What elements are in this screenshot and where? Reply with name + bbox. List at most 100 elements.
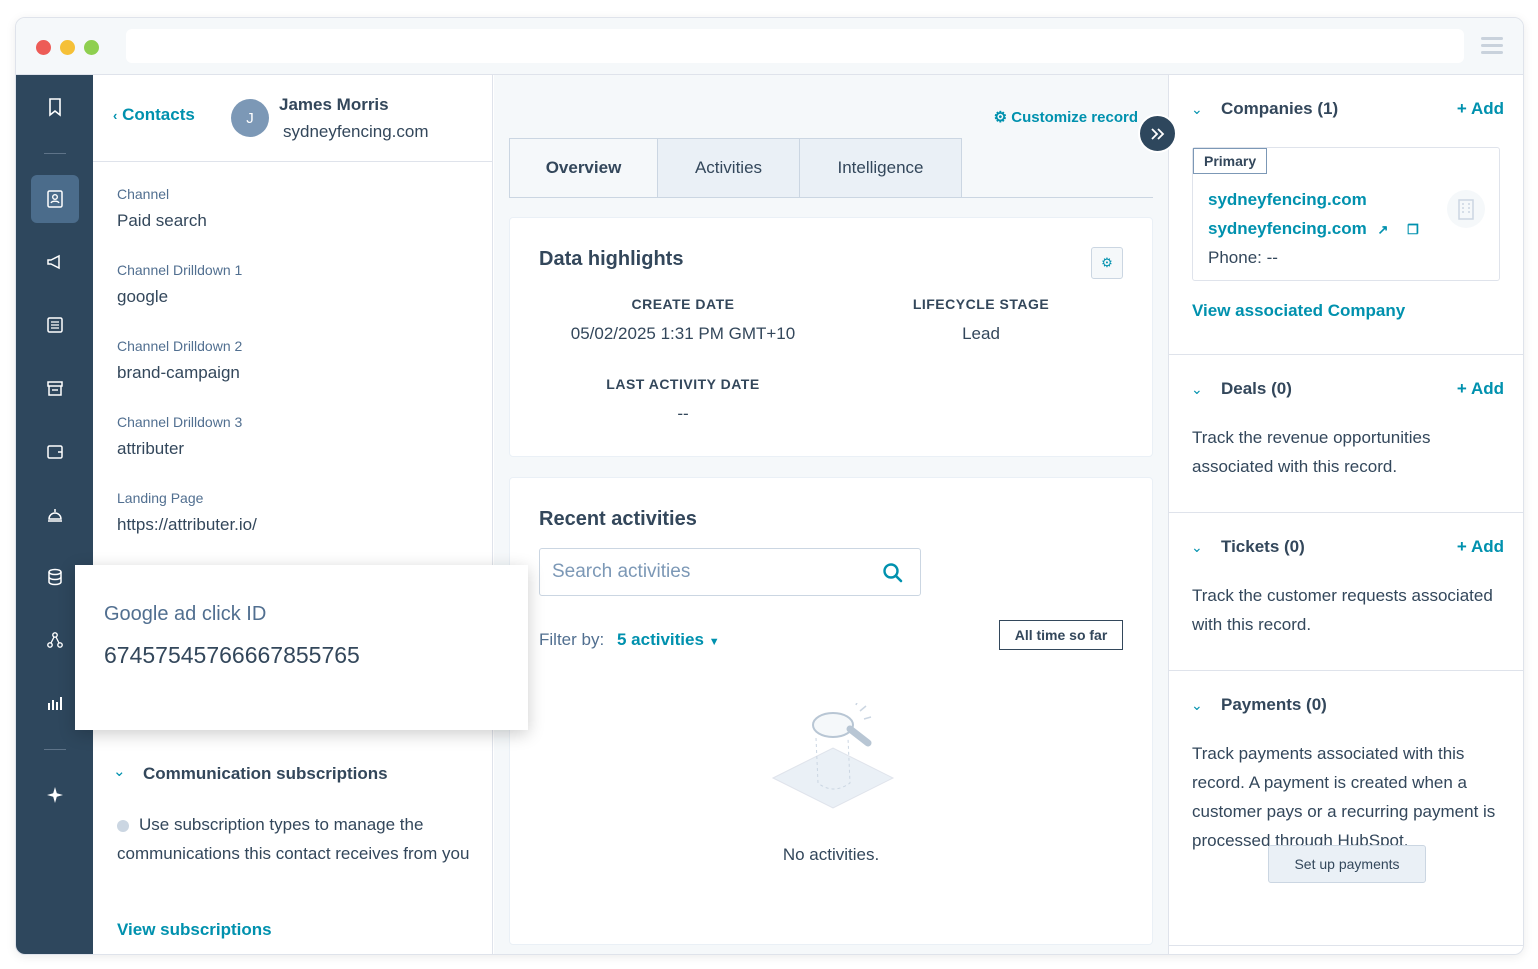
maximize-window-dot[interactable] — [84, 40, 99, 55]
database-icon[interactable] — [31, 553, 79, 601]
avatar[interactable]: J — [231, 99, 269, 137]
avatar-initial: J — [246, 109, 254, 127]
gear-icon: ⚙ — [993, 109, 1008, 126]
bookmark-icon[interactable] — [31, 83, 79, 131]
copy-icon[interactable]: ❐ — [1407, 222, 1419, 237]
close-window-dot[interactable] — [36, 40, 51, 55]
filter-label: Filter by: — [539, 630, 605, 649]
section-title[interactable]: Companies (1) — [1221, 99, 1338, 119]
wallet-icon[interactable] — [31, 427, 79, 475]
marketing-megaphone-icon[interactable] — [31, 238, 79, 286]
view-subscriptions-link[interactable]: View subscriptions — [117, 920, 272, 940]
content-icon[interactable] — [31, 301, 79, 349]
highlight-lifecycle-stage: LIFECYCLE STAGE Lead — [837, 296, 1125, 344]
menu-icon[interactable] — [1481, 37, 1503, 55]
deals-description: Track the revenue opportunities associat… — [1192, 428, 1431, 476]
double-chevron-right-icon — [1150, 127, 1164, 140]
chevron-down-icon[interactable]: ⌄ — [113, 762, 126, 780]
add-deal-button[interactable]: + Add — [1457, 379, 1504, 399]
gear-icon: ⚙ — [1101, 255, 1113, 270]
time-filter-button[interactable]: All time so far — [999, 620, 1123, 650]
customize-record-button[interactable]: ⚙ Customize record — [994, 108, 1138, 126]
property-label: Channel Drilldown 1 — [117, 262, 243, 278]
tab-intelligence[interactable]: Intelligence — [799, 138, 962, 198]
company-phone: Phone: -- — [1208, 248, 1278, 267]
tab-activities[interactable]: Activities — [657, 138, 800, 198]
associations-sidebar: ⌄ Companies (1) + Add Primary sydneyfenc… — [1168, 75, 1523, 954]
highlight-value: -- — [677, 404, 689, 423]
customize-label: Customize record — [1011, 109, 1138, 126]
set-up-payments-button[interactable]: Set up payments — [1268, 845, 1426, 883]
deals-section: ⌄ Deals (0) + Add Track the revenue oppo… — [1169, 355, 1523, 513]
commerce-store-icon[interactable] — [31, 364, 79, 412]
company-domain-label: sydneyfencing.com — [1208, 219, 1367, 238]
tabs-underline — [509, 197, 1153, 198]
empty-search-illustration-icon — [771, 703, 895, 809]
chevron-down-icon[interactable]: ⌄ — [1191, 101, 1203, 118]
service-bell-icon[interactable] — [31, 490, 79, 538]
google-ad-click-id-callout: Google ad click ID 67457545766667855765 — [75, 565, 528, 730]
highlights-settings-button[interactable]: ⚙ — [1091, 247, 1123, 279]
property-channel[interactable]: Channel Paid search — [117, 186, 207, 231]
workflows-icon[interactable] — [31, 616, 79, 664]
activity-filter-dropdown[interactable]: 5 activities ▼ — [617, 630, 720, 650]
company-name-link[interactable]: sydneyfencing.com — [1208, 190, 1367, 210]
highlight-key: LIFECYCLE STAGE — [912, 296, 1050, 312]
empty-state-text: No activities. — [782, 845, 880, 864]
property-label: Landing Page — [117, 490, 204, 506]
nav-divider — [44, 749, 66, 750]
ai-sparkle-icon[interactable] — [31, 771, 79, 819]
add-ticket-button[interactable]: + Add — [1457, 537, 1504, 557]
chevron-down-icon[interactable]: ⌄ — [1191, 381, 1203, 398]
property-channel-drilldown-2[interactable]: Channel Drilldown 2 brand-campaign — [117, 338, 242, 383]
external-link-icon[interactable]: ↗ — [1377, 222, 1388, 237]
section-title[interactable]: Tickets (0) — [1221, 537, 1305, 557]
property-label: Google ad click ID — [104, 603, 267, 625]
highlight-key: CREATE DATE — [631, 296, 735, 312]
subscriptions-description: Use subscription types to manage the com… — [117, 815, 470, 863]
nav-divider — [44, 153, 66, 154]
data-highlights-card: Data highlights ⚙ CREATE DATE 05/02/2025… — [509, 217, 1153, 457]
card-title: Data highlights — [539, 248, 684, 270]
section-title[interactable]: Deals (0) — [1221, 379, 1292, 399]
back-to-contacts-link[interactable]: ‹ Contacts — [113, 105, 195, 125]
payments-section: ⌄ Payments (0) Track payments associated… — [1169, 671, 1523, 946]
address-bar[interactable] — [126, 29, 1464, 63]
property-landing-page[interactable]: Landing Page https://attributer.io/ — [117, 490, 257, 535]
payments-description: Track payments associated with this reco… — [1192, 744, 1496, 850]
property-channel-drilldown-3[interactable]: Channel Drilldown 3 attributer — [117, 414, 242, 459]
section-header[interactable]: Communication subscriptions — [143, 764, 388, 784]
recent-activities-card: Recent activities Filter by: 5 activitie… — [509, 477, 1153, 945]
expand-sidebar-button[interactable] — [1138, 114, 1177, 153]
company-domain-link[interactable]: sydneyfencing.com ↗ ❐ — [1208, 219, 1419, 239]
tickets-description: Track the customer requests associated w… — [1192, 586, 1493, 634]
add-company-button[interactable]: + Add — [1457, 99, 1504, 119]
search-icon[interactable] — [882, 562, 904, 584]
contacts-icon[interactable] — [31, 175, 79, 223]
chevron-down-icon[interactable]: ⌄ — [1191, 697, 1203, 714]
search-activities-box[interactable] — [539, 548, 921, 596]
property-label: Channel Drilldown 3 — [117, 414, 243, 430]
property-value: https://attributer.io/ — [117, 515, 257, 534]
search-input[interactable] — [552, 561, 872, 583]
contact-name: James Morris — [279, 95, 389, 114]
highlight-value: 05/02/2025 1:31 PM GMT+10 — [570, 324, 796, 343]
highlight-create-date: CREATE DATE 05/02/2025 1:31 PM GMT+10 — [539, 296, 827, 344]
view-associated-company-link[interactable]: View associated Company — [1192, 301, 1405, 321]
reports-chart-icon[interactable] — [31, 679, 79, 727]
contact-domain: sydneyfencing.com — [283, 122, 429, 141]
section-title[interactable]: Payments (0) — [1221, 695, 1327, 715]
highlight-value: Lead — [962, 324, 1000, 343]
card-title: Recent activities — [539, 508, 697, 530]
property-channel-drilldown-1[interactable]: Channel Drilldown 1 google — [117, 262, 242, 307]
companies-section: ⌄ Companies (1) + Add Primary sydneyfenc… — [1169, 75, 1523, 355]
chevron-down-icon[interactable]: ⌄ — [1191, 539, 1203, 556]
record-main-area: ⚙ Customize record Overview Activities I… — [494, 75, 1168, 954]
property-label: Channel — [117, 186, 170, 202]
back-link-label: Contacts — [122, 105, 195, 124]
side-navigation — [16, 75, 93, 954]
caret-down-icon: ▼ — [708, 636, 720, 648]
minimize-window-dot[interactable] — [60, 40, 75, 55]
tab-overview[interactable]: Overview — [509, 138, 658, 198]
tickets-section: ⌄ Tickets (0) + Add Track the customer r… — [1169, 513, 1523, 671]
